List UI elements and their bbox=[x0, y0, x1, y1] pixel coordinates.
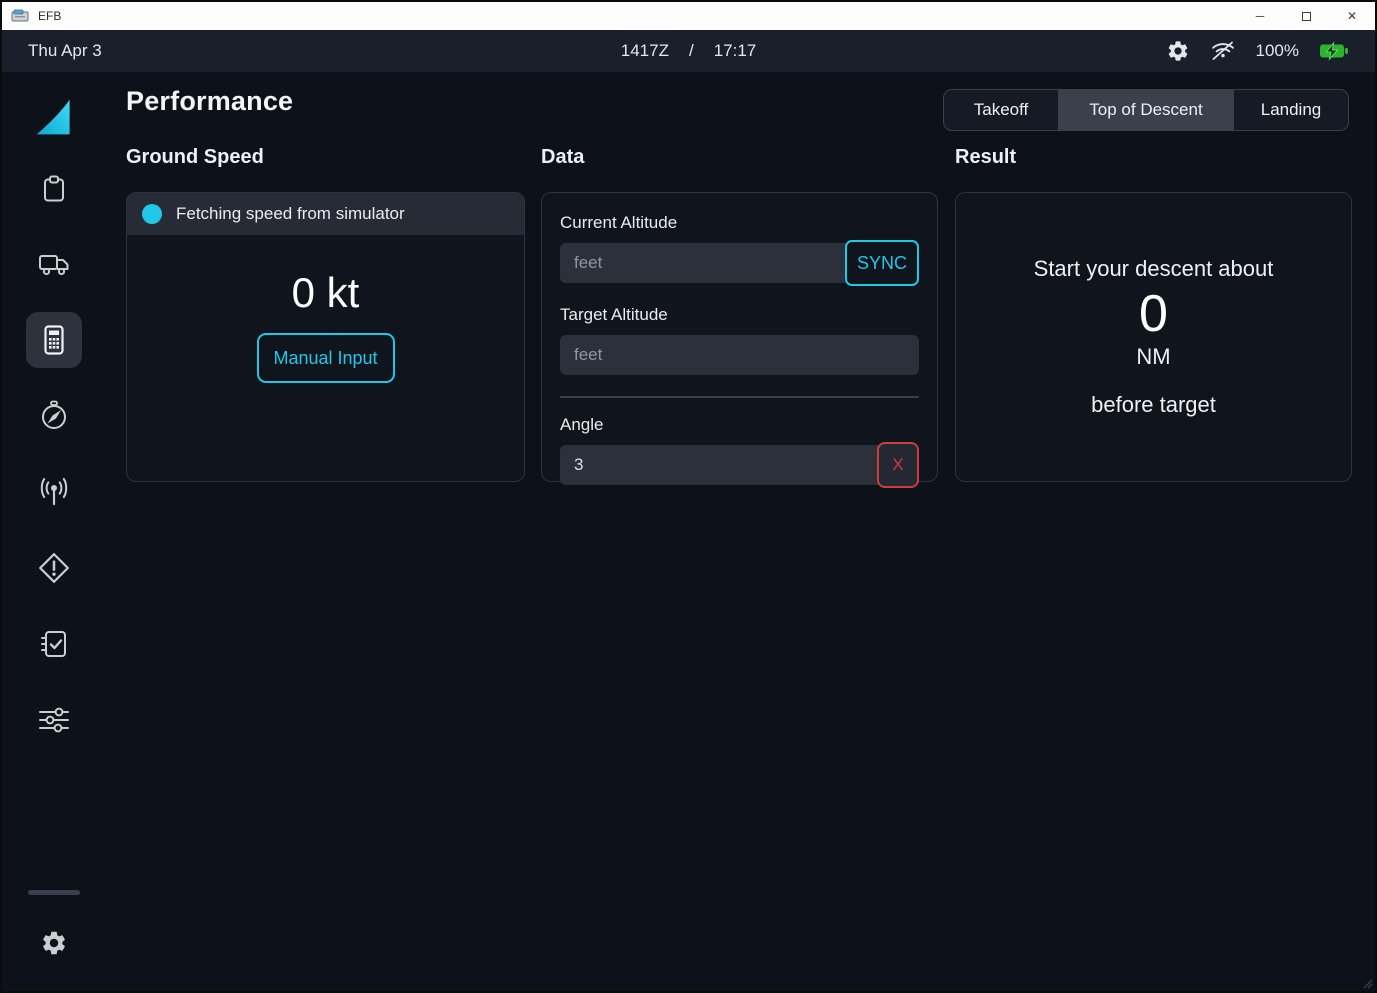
result-unit: NM bbox=[1136, 344, 1170, 370]
performance-page: Performance Takeoff Top of Descent Landi… bbox=[106, 72, 1375, 991]
result-line1: Start your descent about bbox=[1034, 256, 1274, 282]
ground-speed-value: 0 kt bbox=[292, 269, 360, 317]
sidebar-item-failures[interactable] bbox=[26, 540, 82, 596]
resize-grip[interactable] bbox=[1361, 977, 1373, 989]
sidebar-item-performance[interactable] bbox=[26, 312, 82, 368]
maximize-icon bbox=[1302, 12, 1311, 21]
result-distance-value: 0 bbox=[1139, 286, 1168, 343]
gear-icon bbox=[40, 929, 68, 957]
time-separator: / bbox=[689, 41, 694, 61]
sidebar-item-checklists[interactable] bbox=[26, 616, 82, 672]
sidebar-item-presets[interactable] bbox=[26, 692, 82, 748]
battery-charging-icon bbox=[1319, 42, 1349, 60]
fetching-status-text: Fetching speed from simulator bbox=[176, 204, 405, 224]
efb-app-window: EFB ─ ✕ Thu Apr 3 1417Z / 17:17 bbox=[0, 0, 1377, 993]
angle-label: Angle bbox=[560, 415, 919, 435]
truck-icon bbox=[37, 249, 71, 279]
local-time: 17:17 bbox=[714, 41, 757, 61]
window-title: EFB bbox=[38, 9, 61, 23]
broadcast-antenna-icon bbox=[38, 476, 70, 508]
sync-button[interactable]: SYNC bbox=[845, 240, 919, 286]
gear-icon[interactable] bbox=[1166, 39, 1190, 63]
angle-input[interactable] bbox=[560, 445, 919, 485]
sidebar-item-dashboard[interactable] bbox=[29, 94, 79, 140]
data-section-title: Data bbox=[541, 146, 584, 169]
fetching-status-dot-icon bbox=[142, 204, 162, 224]
result-line2: before target bbox=[1091, 392, 1216, 418]
target-altitude-input[interactable] bbox=[560, 335, 919, 375]
sidebar-item-settings[interactable] bbox=[26, 915, 82, 971]
data-card: Current Altitude SYNC Target Altitude An… bbox=[541, 192, 938, 482]
window-titlebar: EFB ─ ✕ bbox=[2, 2, 1375, 30]
sidebar-item-navigation[interactable] bbox=[26, 388, 82, 444]
sliders-icon bbox=[37, 704, 71, 736]
tab-top-of-descent[interactable]: Top of Descent bbox=[1058, 90, 1234, 130]
content-area: Performance Takeoff Top of Descent Landi… bbox=[2, 72, 1375, 991]
statusbar-clock: 1417Z / 17:17 bbox=[621, 41, 756, 61]
tab-takeoff[interactable]: Takeoff bbox=[944, 90, 1058, 130]
wifi-off-icon bbox=[1210, 39, 1236, 63]
window-close-button[interactable]: ✕ bbox=[1329, 2, 1375, 30]
sidebar-divider bbox=[28, 890, 80, 895]
airline-logo-icon bbox=[32, 95, 76, 139]
sidebar-item-flight[interactable] bbox=[26, 160, 82, 216]
app-icon bbox=[11, 9, 29, 23]
warning-diamond-icon bbox=[37, 551, 71, 585]
ground-speed-status-bar: Fetching speed from simulator bbox=[127, 193, 524, 235]
efb-statusbar: Thu Apr 3 1417Z / 17:17 100% bbox=[2, 30, 1375, 72]
clear-angle-button[interactable]: X bbox=[877, 442, 919, 488]
page-title: Performance bbox=[126, 86, 293, 117]
target-altitude-label: Target Altitude bbox=[560, 305, 919, 325]
ground-speed-section-title: Ground Speed bbox=[126, 146, 264, 169]
statusbar-date: Thu Apr 3 bbox=[28, 41, 102, 61]
window-maximize-button[interactable] bbox=[1283, 2, 1329, 30]
performance-tab-group: Takeoff Top of Descent Landing bbox=[943, 89, 1349, 131]
sidebar-item-ground-services[interactable] bbox=[26, 236, 82, 292]
checklist-icon bbox=[38, 628, 70, 660]
clipboard-icon bbox=[38, 172, 70, 204]
data-divider bbox=[560, 396, 919, 398]
window-minimize-button[interactable]: ─ bbox=[1237, 2, 1283, 30]
manual-input-button[interactable]: Manual Input bbox=[257, 333, 395, 383]
sidebar-nav bbox=[2, 72, 106, 991]
calculator-icon bbox=[38, 323, 70, 357]
ground-speed-card: Fetching speed from simulator 0 kt Manua… bbox=[126, 192, 525, 482]
result-section-title: Result bbox=[955, 146, 1016, 169]
current-altitude-label: Current Altitude bbox=[560, 213, 919, 233]
sidebar-item-atc[interactable] bbox=[26, 464, 82, 520]
battery-percent: 100% bbox=[1256, 41, 1299, 61]
compass-icon bbox=[38, 399, 70, 433]
utc-time: 1417Z bbox=[621, 41, 669, 61]
tab-landing[interactable]: Landing bbox=[1234, 90, 1348, 130]
result-card: Start your descent about 0 NM before tar… bbox=[955, 192, 1352, 482]
